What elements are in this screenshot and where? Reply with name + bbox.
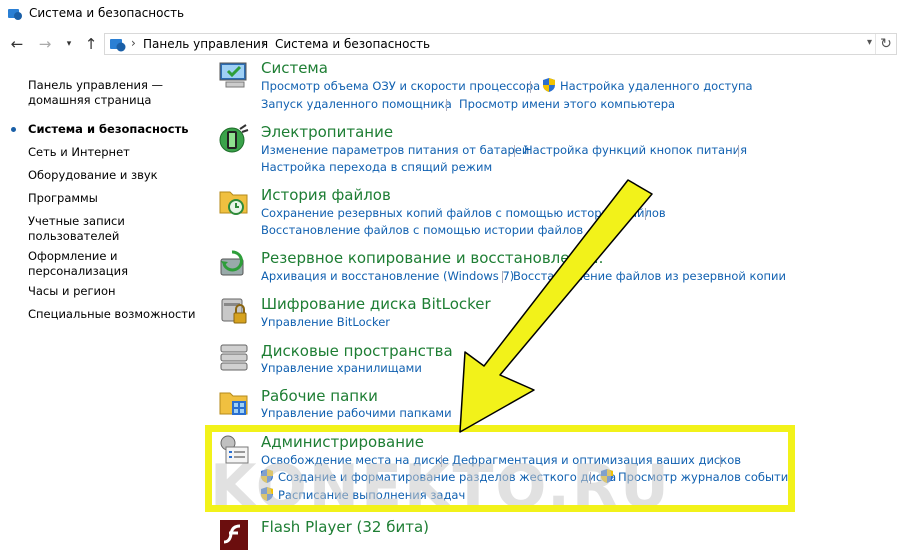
pointer-arrow-icon — [459, 179, 653, 433]
